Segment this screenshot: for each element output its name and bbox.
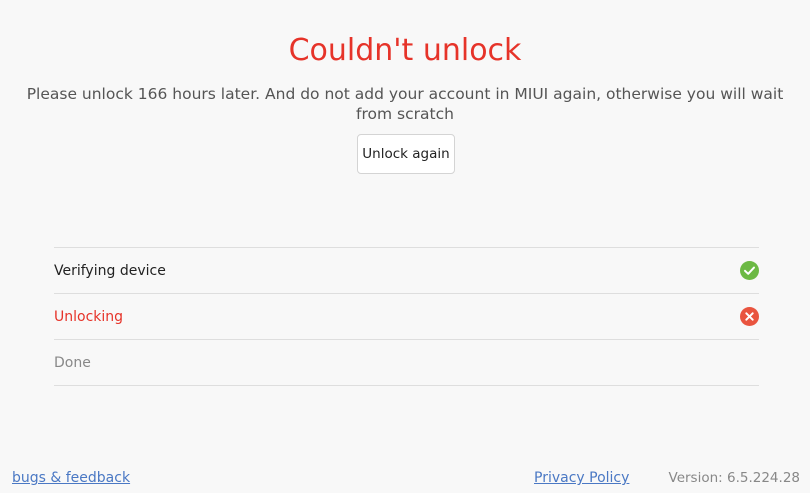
x-circle-icon: [740, 307, 759, 326]
page-title: Couldn't unlock: [288, 33, 522, 68]
step-label: Done: [54, 354, 91, 371]
privacy-policy-link[interactable]: Privacy Policy: [534, 469, 629, 487]
progress-steps: Verifying device Unlocking Done: [54, 247, 759, 386]
step-label: Unlocking: [54, 308, 124, 325]
version-label: Version: 6.5.224.28: [668, 470, 800, 486]
unlock-again-button[interactable]: Unlock again: [357, 134, 455, 174]
bugs-feedback-link[interactable]: bugs & feedback: [12, 469, 130, 487]
step-done: Done: [54, 340, 759, 386]
step-unlocking: Unlocking: [54, 294, 759, 340]
step-label: Verifying device: [54, 262, 166, 279]
step-verifying-device: Verifying device: [54, 248, 759, 294]
check-circle-icon: [740, 261, 759, 280]
status-message: Please unlock 166 hours later. And do no…: [26, 85, 784, 123]
